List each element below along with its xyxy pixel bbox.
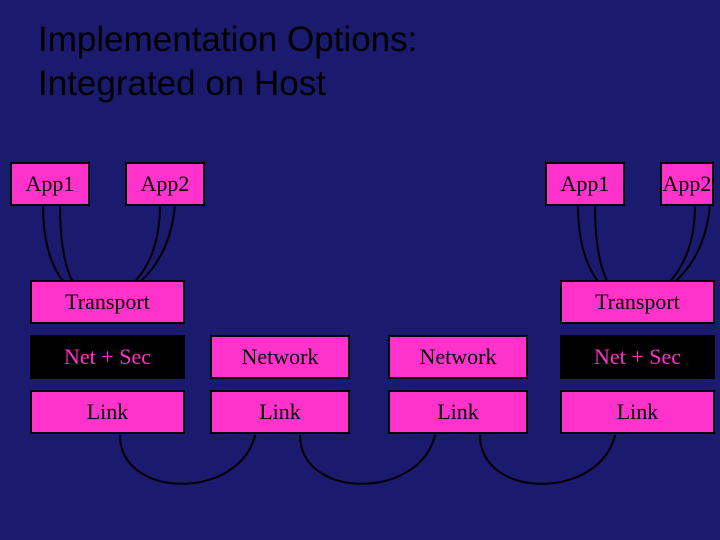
- mid2-network-box: Network: [388, 335, 528, 379]
- mid1-network-box: Network: [210, 335, 350, 379]
- slide-title: Implementation Options: Integrated on Ho…: [38, 18, 417, 106]
- mid2-link-box: Link: [388, 390, 528, 434]
- mid1-link-box: Link: [210, 390, 350, 434]
- right-link-box: Link: [560, 390, 715, 434]
- left-app2-box: App2: [125, 162, 205, 206]
- left-link-box: Link: [30, 390, 185, 434]
- right-app1-box: App1: [545, 162, 625, 206]
- right-app2-box: App2: [660, 162, 714, 206]
- left-app1-box: App1: [10, 162, 90, 206]
- left-net-sec-box: Net + Sec: [30, 335, 185, 379]
- right-net-sec-box: Net + Sec: [560, 335, 715, 379]
- right-transport-box: Transport: [560, 280, 715, 324]
- slide: Implementation Options: Integrated on Ho…: [0, 0, 720, 540]
- left-transport-box: Transport: [30, 280, 185, 324]
